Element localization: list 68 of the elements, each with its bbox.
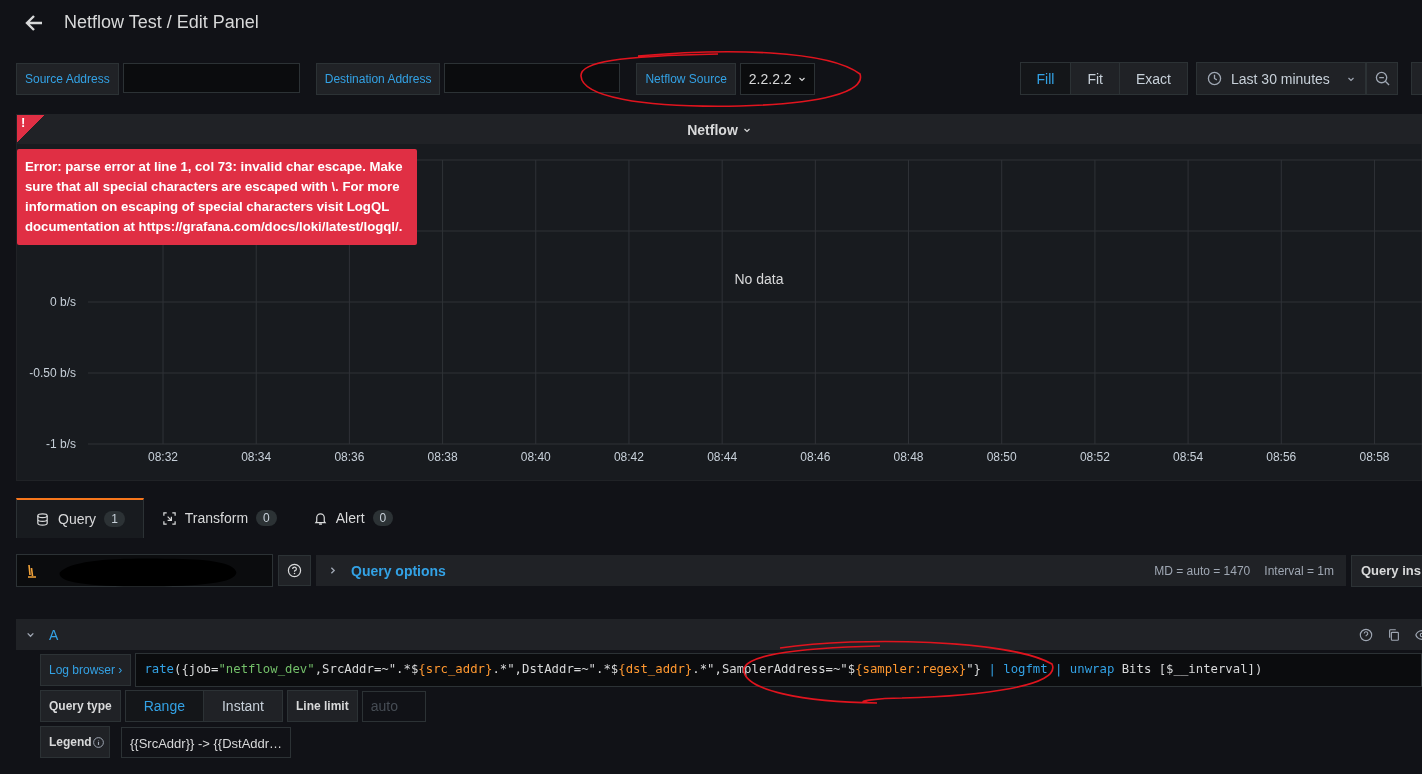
log-browser-button[interactable]: Log browser ›: [40, 654, 132, 686]
zoom-out-icon: [1374, 71, 1390, 86]
logo-icon: [27, 562, 37, 579]
field-label: Line limit: [287, 690, 358, 722]
editor-tab[interactable]: Query 1: [16, 498, 144, 538]
x-axis-label: 08:40: [520, 450, 551, 464]
variable-label: Netflow Source: [636, 62, 736, 95]
view-mode-button[interactable]: Fill: [1020, 63, 1071, 94]
bell-icon: [312, 510, 328, 526]
x-axis-label: 08:38: [427, 450, 458, 464]
query-inspector-button[interactable]: Query ins: [1351, 554, 1422, 587]
variable-label: Source Address: [16, 62, 119, 95]
time-range-picker[interactable]: Last 30 minutes: [1196, 62, 1366, 95]
error-tooltip: Error: parse error at line 1, col 73: invalid char escape. Make sure that all special characters are escaped with \. For more information on escaping of special characters visit LogQL documentation at https://grafana.com/docs/loki/latest/logql/.: [17, 149, 417, 245]
clock-icon: [1207, 71, 1222, 86]
help-icon: [287, 563, 302, 578]
x-axis-label: 08:50: [986, 450, 1017, 464]
x-axis-label: 08:52: [1079, 450, 1110, 464]
variable-input[interactable]: [122, 62, 300, 93]
legend-input[interactable]: {{SrcAddr}} -> {{DstAddr…: [121, 726, 292, 758]
line-limit-input[interactable]: auto: [361, 690, 426, 722]
query-options-bar[interactable]: Query options MD = auto = 1470 Interval = 1m: [316, 555, 1346, 586]
error-corner[interactable]: !: [17, 115, 45, 143]
x-axis-label: 08:32: [148, 450, 179, 464]
view-mode-button[interactable]: Fit: [1070, 63, 1119, 94]
x-axis-label: 08:48: [893, 450, 924, 464]
copy-icon[interactable]: [1387, 627, 1401, 642]
query-ref-label[interactable]: A: [49, 626, 59, 643]
count-badge: 1: [104, 511, 125, 527]
variable-input[interactable]: [444, 62, 621, 93]
panel-title[interactable]: Netflow: [687, 121, 751, 138]
page-title: Netflow Test / Edit Panel: [64, 12, 259, 33]
y-axis-label: 0 b/s: [50, 295, 76, 309]
y-axis-label: -1 b/s: [46, 437, 76, 451]
no-data-message: No data: [734, 271, 784, 287]
transform-icon: [161, 510, 177, 526]
help-button[interactable]: [278, 555, 311, 586]
database-icon: [35, 511, 50, 527]
x-axis-label: 08:34: [241, 450, 272, 464]
count-badge: 0: [372, 510, 394, 526]
chevron-right-icon: [328, 566, 337, 575]
y-axis-label: -0.50 b/s: [29, 366, 76, 380]
x-axis-label: 08:54: [1173, 450, 1204, 464]
field-label: Legend: [40, 726, 110, 758]
interval-text: Interval = 1m: [1264, 563, 1334, 578]
x-axis-label: 08:58: [1359, 450, 1390, 464]
info-icon: [92, 735, 105, 749]
editor-tab[interactable]: Transform 0: [143, 498, 295, 538]
zoom-out-button[interactable]: [1366, 62, 1398, 95]
x-axis-label: 08:56: [1266, 450, 1297, 464]
x-axis-label: 08:42: [613, 450, 644, 464]
query-type-option[interactable]: Instant: [202, 691, 282, 721]
max-data-points-text: MD = auto = 1470: [1154, 563, 1251, 578]
query-options-label: Query options: [351, 562, 446, 579]
variable-dropdown[interactable]: 2.2.2.2: [739, 62, 815, 95]
query-type-option[interactable]: Range: [125, 691, 203, 721]
x-axis-label: 08:46: [800, 450, 831, 464]
field-label: Query type: [40, 690, 121, 722]
eye-icon[interactable]: [1415, 627, 1422, 642]
view-mode-button[interactable]: Exact: [1119, 63, 1187, 94]
editor-tab[interactable]: Alert 0: [294, 498, 412, 538]
x-axis-label: 08:44: [707, 450, 738, 464]
variable-label: Destination Address: [315, 62, 441, 95]
back-arrow-icon[interactable]: [24, 12, 44, 33]
chevron-down-icon[interactable]: [26, 630, 35, 639]
help-icon[interactable]: [1359, 627, 1373, 642]
count-badge: 0: [256, 510, 277, 526]
x-axis-label: 08:36: [334, 450, 365, 464]
